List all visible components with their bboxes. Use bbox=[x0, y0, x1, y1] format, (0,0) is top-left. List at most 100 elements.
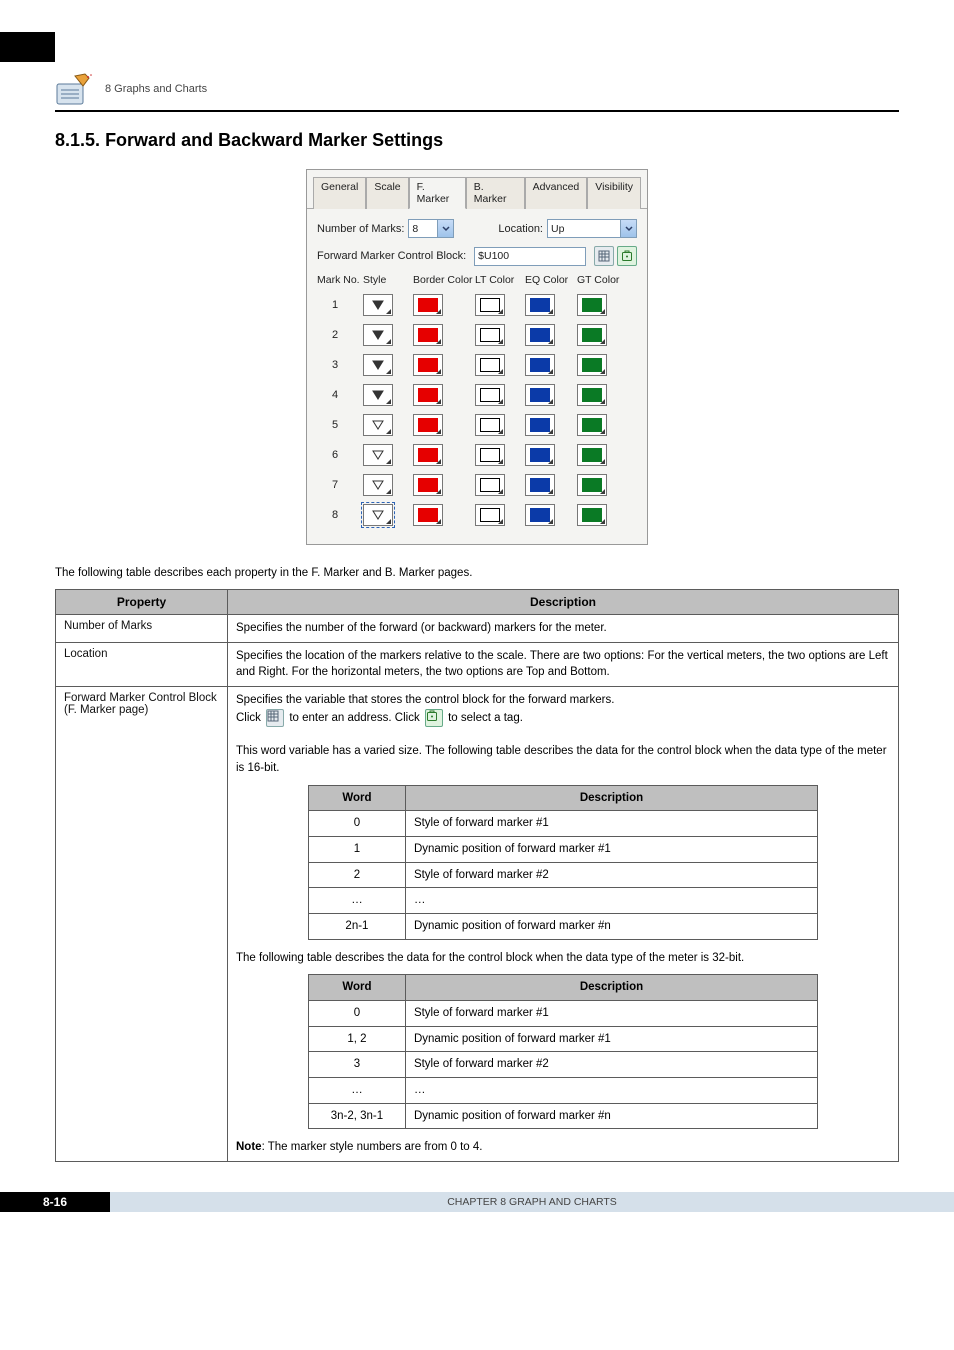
table-row: …… bbox=[308, 888, 817, 914]
gt-color-picker[interactable] bbox=[577, 384, 607, 406]
lt-color-picker[interactable] bbox=[475, 324, 505, 346]
tab-scale[interactable]: Scale bbox=[366, 177, 408, 209]
gt-color-picker[interactable] bbox=[577, 294, 607, 316]
color-swatch bbox=[480, 478, 500, 492]
note-label: Note bbox=[236, 1141, 262, 1153]
hdr-gt-color: GT Color bbox=[577, 274, 629, 286]
inner-th-desc: Description bbox=[405, 785, 817, 811]
eq-color-picker[interactable] bbox=[525, 324, 555, 346]
eq-color-picker[interactable] bbox=[525, 384, 555, 406]
color-swatch bbox=[480, 358, 500, 372]
tab-general[interactable]: General bbox=[313, 177, 366, 209]
num-marks-value[interactable]: 8 bbox=[408, 219, 438, 238]
style-picker[interactable] bbox=[363, 294, 393, 316]
border-color-picker[interactable] bbox=[413, 414, 443, 436]
desc-cell: Style of forward marker #1 bbox=[405, 811, 817, 837]
inner-th-word: Word bbox=[308, 785, 405, 811]
chevron-down-icon bbox=[548, 459, 553, 464]
mark-row: 2 bbox=[317, 320, 637, 350]
mark-row: 4 bbox=[317, 380, 637, 410]
lt-color-picker[interactable] bbox=[475, 354, 505, 376]
style-picker[interactable] bbox=[363, 354, 393, 376]
keypad-icon[interactable] bbox=[594, 246, 614, 266]
color-swatch bbox=[480, 388, 500, 402]
border-color-picker[interactable] bbox=[413, 324, 443, 346]
eq-color-picker[interactable] bbox=[525, 474, 555, 496]
section-title: 8.1.5. Forward and Backward Marker Setti… bbox=[55, 130, 899, 151]
lt-color-picker[interactable] bbox=[475, 414, 505, 436]
inner-table-16bit: Word Description 0Style of forward marke… bbox=[308, 785, 818, 940]
color-swatch bbox=[480, 328, 500, 342]
border-color-picker[interactable] bbox=[413, 444, 443, 466]
marker-dialog: General Scale F. Marker B. Marker Advanc… bbox=[306, 169, 648, 545]
lt-color-picker[interactable] bbox=[475, 474, 505, 496]
color-swatch bbox=[582, 418, 602, 432]
color-swatch bbox=[530, 418, 550, 432]
tab-f-marker[interactable]: F. Marker bbox=[409, 177, 466, 209]
mark-no: 3 bbox=[317, 359, 363, 371]
chevron-down-icon[interactable] bbox=[621, 219, 637, 238]
fmcb-desc-mid2: The following table describes the data f… bbox=[236, 952, 744, 964]
section-number: 8.1.5. bbox=[55, 130, 100, 150]
tab-advanced[interactable]: Advanced bbox=[525, 177, 588, 209]
chevron-down-icon bbox=[498, 399, 503, 404]
location-combo[interactable]: Up bbox=[547, 219, 637, 238]
gt-color-picker[interactable] bbox=[577, 444, 607, 466]
border-color-picker[interactable] bbox=[413, 474, 443, 496]
prop-fmcb: Forward Marker Control Block (F. Marker … bbox=[56, 687, 228, 1162]
eq-color-picker[interactable] bbox=[525, 504, 555, 526]
style-picker[interactable] bbox=[363, 504, 393, 526]
eq-color-picker[interactable] bbox=[525, 294, 555, 316]
tab-b-marker[interactable]: B. Marker bbox=[466, 177, 525, 209]
lt-color-picker[interactable] bbox=[475, 504, 505, 526]
word-cell: … bbox=[308, 888, 405, 914]
location-label: Location: bbox=[498, 223, 543, 235]
style-picker[interactable] bbox=[363, 384, 393, 406]
word-cell: 3 bbox=[308, 1052, 405, 1078]
color-swatch bbox=[582, 328, 602, 342]
chevron-down-icon bbox=[600, 489, 605, 494]
eq-color-picker[interactable] bbox=[525, 444, 555, 466]
gt-color-picker[interactable] bbox=[577, 324, 607, 346]
color-swatch bbox=[418, 478, 438, 492]
lt-color-picker[interactable] bbox=[475, 384, 505, 406]
chevron-down-icon bbox=[548, 399, 553, 404]
style-picker[interactable] bbox=[363, 444, 393, 466]
style-picker[interactable] bbox=[363, 324, 393, 346]
lt-color-picker[interactable] bbox=[475, 444, 505, 466]
eq-color-picker[interactable] bbox=[525, 354, 555, 376]
header-rule bbox=[55, 110, 899, 112]
style-picker[interactable] bbox=[363, 474, 393, 496]
chevron-down-icon bbox=[386, 339, 391, 344]
mark-row: 8 bbox=[317, 500, 637, 530]
border-color-picker[interactable] bbox=[413, 384, 443, 406]
gt-color-picker[interactable] bbox=[577, 474, 607, 496]
style-picker[interactable] bbox=[363, 414, 393, 436]
eq-color-picker[interactable] bbox=[525, 414, 555, 436]
mark-no: 6 bbox=[317, 449, 363, 461]
prop-num-marks: Number of Marks bbox=[56, 615, 228, 643]
lt-color-picker[interactable] bbox=[475, 294, 505, 316]
desc-location: Specifies the location of the markers re… bbox=[228, 642, 899, 686]
tab-visibility[interactable]: Visibility bbox=[587, 177, 641, 209]
num-marks-combo[interactable]: 8 bbox=[408, 219, 454, 238]
border-color-picker[interactable] bbox=[413, 504, 443, 526]
hdr-eq-color: EQ Color bbox=[525, 274, 577, 286]
tag-select-icon[interactable] bbox=[617, 246, 637, 266]
chevron-down-icon[interactable] bbox=[438, 219, 454, 238]
location-value[interactable]: Up bbox=[547, 219, 621, 238]
border-color-picker[interactable] bbox=[413, 354, 443, 376]
chevron-down-icon bbox=[386, 459, 391, 464]
chevron-down-icon bbox=[600, 309, 605, 314]
border-color-picker[interactable] bbox=[413, 294, 443, 316]
table-row: 3Style of forward marker #2 bbox=[308, 1052, 817, 1078]
color-swatch bbox=[582, 388, 602, 402]
chevron-down-icon bbox=[386, 309, 391, 314]
chevron-down-icon bbox=[548, 369, 553, 374]
dialog-tabs: General Scale F. Marker B. Marker Advanc… bbox=[307, 170, 647, 208]
fmcb-input[interactable]: $U100 bbox=[474, 247, 586, 266]
gt-color-picker[interactable] bbox=[577, 504, 607, 526]
mark-no: 4 bbox=[317, 389, 363, 401]
gt-color-picker[interactable] bbox=[577, 414, 607, 436]
gt-color-picker[interactable] bbox=[577, 354, 607, 376]
